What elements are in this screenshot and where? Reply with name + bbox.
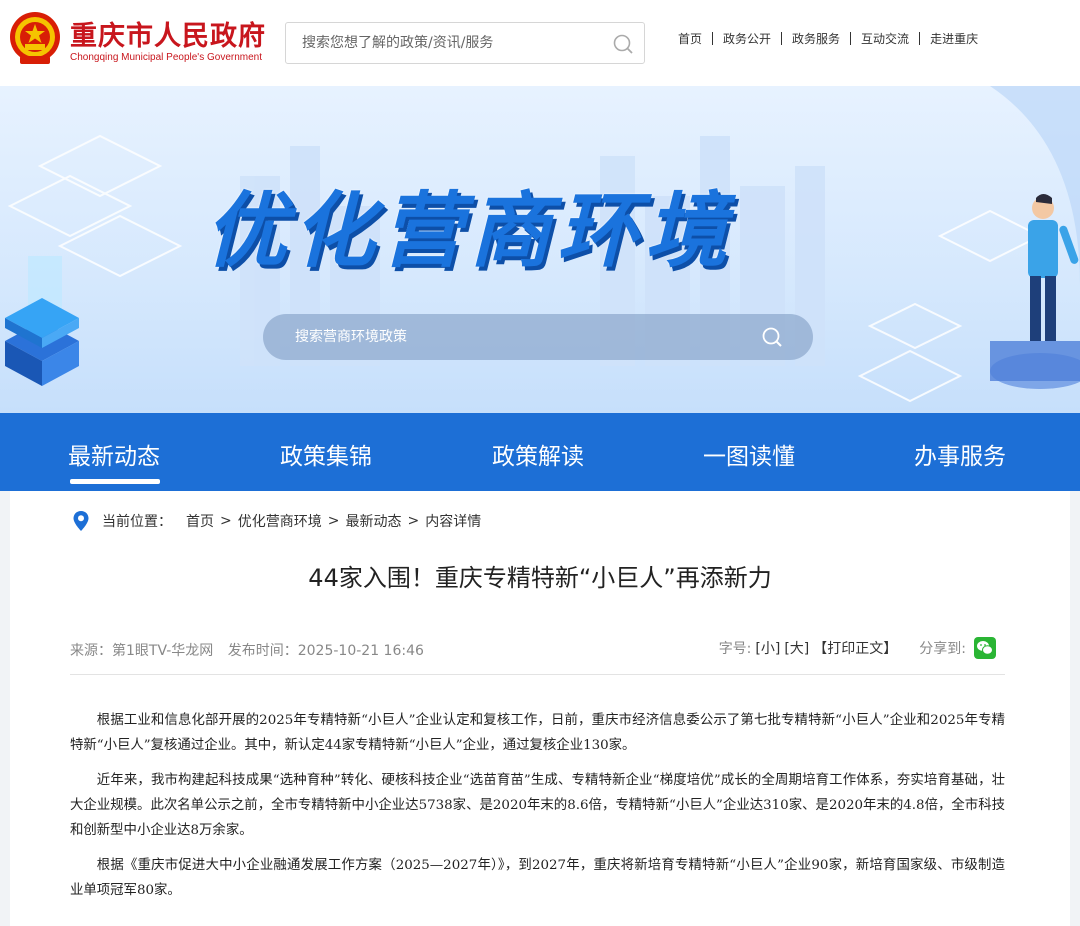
tab-latest-news[interactable]: 最新动态 [68,437,160,471]
article-title: 44家入围！重庆专精特新“小巨人”再添新力 [308,564,772,592]
tab-infographics[interactable]: 一图读懂 [703,437,795,471]
breadcrumb-separator: > [327,513,340,529]
site-search-input[interactable] [302,32,602,54]
top-nav-gov-affairs[interactable]: 政务公开 [713,30,781,47]
national-emblem-icon [10,12,60,64]
site-header: 重庆市人民政府 Chongqing Municipal People's Gov… [0,0,1080,86]
article-publish-time: 发布时间：2025-10-21 16:46 [227,643,424,659]
article-tools: 字号: [小] [大] 【打印正文】 分享到: [719,637,996,659]
banner-title: 优化营商环境 [205,184,733,279]
font-small-button[interactable]: [小] [755,638,780,658]
breadcrumb: 当前位置： 首页 > 优化营商环境 > 最新动态 > 内容详情 [72,510,487,532]
article-paragraph: 根据工业和信息化部开展的2025年专精特新“小巨人”企业认定和复核工作，日前，重… [70,713,1005,753]
site-title: 重庆市人民政府 [70,21,266,52]
top-nav-gov-services[interactable]: 政务服务 [782,30,850,47]
breadcrumb-separator: > [220,513,232,529]
main-nav: 最新动态 政策集锦 政策解读 一图读懂 办事服务 [0,413,1080,491]
top-nav: 首页 政务公开 政务服务 互动交流 走进重庆 [668,30,988,47]
location-pin-icon [73,511,89,531]
article-body: 根据工业和信息化部开展的2025年专精特新“小巨人”企业认定和复核工作，日前，重… [70,708,1005,913]
top-nav-about-chongqing[interactable]: 走进重庆 [920,30,988,47]
article-paragraph: 根据《重庆市促进大中小企业融通发展工作方案（2025—2027年）》，到2027… [70,858,1005,898]
article-paragraph: 近年来，我市构建起科技成果“选种育种”转化、硬核科技企业“选苗育苗”生成、专精特… [70,773,1005,838]
banner-search-input[interactable] [295,326,735,348]
breadcrumb-home[interactable]: 首页 [186,511,214,531]
topic-banner: 优化营商环境 [0,86,1080,413]
font-large-button[interactable]: [大] [784,638,809,658]
active-tab-indicator [70,479,160,484]
site-subtitle: Chongqing Municipal People's Government [70,52,263,63]
article-meta: 来源：第1眼TV-华龙网 发布时间：2025-10-21 16:46 [70,640,434,660]
breadcrumb-current: 内容详情 [425,514,482,530]
share-label: 分享到: [919,641,966,657]
print-button[interactable]: 【打印正文】 [813,638,897,658]
wechat-share-icon[interactable] [974,637,996,659]
search-icon[interactable] [761,326,783,348]
tab-policy-collection[interactable]: 政策集锦 [280,437,372,471]
font-size-label: 字号: [718,641,752,657]
site-search-box [285,22,645,64]
top-nav-home[interactable]: 首页 [668,30,712,47]
site-logo[interactable]: 重庆市人民政府 Chongqing Municipal People's Gov… [8,8,266,70]
breadcrumb-separator: > [407,513,420,529]
breadcrumb-section[interactable]: 最新动态 [345,511,401,531]
breadcrumb-label: 当前位置： [102,514,172,530]
top-nav-interaction[interactable]: 互动交流 [851,30,919,47]
search-icon[interactable] [612,33,634,55]
tab-policy-interpretation[interactable]: 政策解读 [492,437,584,471]
article-source: 来源：第1眼TV-华龙网 [70,643,214,659]
tab-services[interactable]: 办事服务 [914,437,1006,471]
meta-divider [70,674,1005,675]
banner-search-box [263,314,813,360]
breadcrumb-topic[interactable]: 优化营商环境 [238,511,322,531]
